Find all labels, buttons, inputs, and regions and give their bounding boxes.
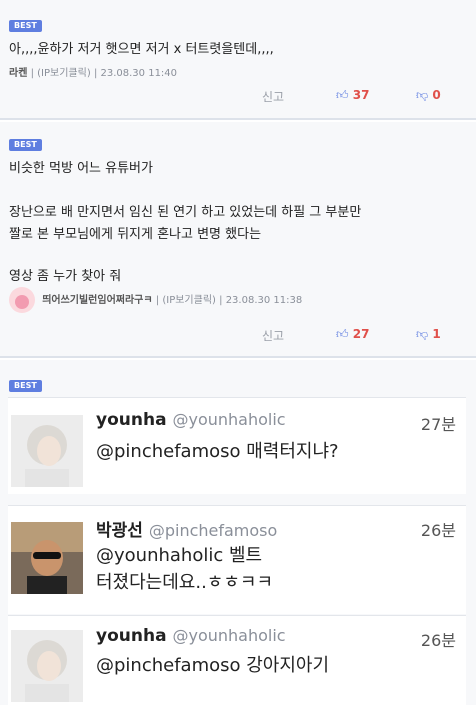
author-name[interactable]: 라켄 — [9, 68, 27, 79]
comment-line: 비슷한 먹방 어느 유튜버가 — [9, 161, 153, 176]
tweet-3: younha @younhaholic 26분 @pinchefamoso 강아… — [8, 615, 466, 706]
like-count: 37 — [352, 88, 370, 102]
profile-photo — [11, 522, 83, 594]
author-handle: @younhaholic — [172, 626, 286, 645]
author-name: younha — [96, 626, 167, 646]
author-name: younha — [96, 410, 167, 430]
tweet-author: younha @younhaholic — [96, 626, 286, 646]
ip-view-link[interactable]: (IP보기클릭) — [37, 68, 91, 79]
profile-photo — [11, 415, 83, 487]
tweet-time: 27분 — [420, 415, 456, 434]
comment-date: 23.08.30 11:40 — [100, 68, 178, 79]
tweet-text: 터졌다는데요..ㅎㅎㅋㅋ — [96, 572, 274, 593]
profile-photo — [11, 630, 83, 702]
best-badge: BEST — [9, 380, 42, 392]
comment-meta: 라켄 | (IP보기클릭) | 23.08.30 11:40 — [9, 64, 177, 79]
dislike-button[interactable]: 👎︎ 1 — [416, 327, 441, 342]
author-name[interactable]: 띄어쓰기빌런임어쩌라구ㅋ — [42, 295, 152, 306]
tweet-author: younha @younhaholic — [96, 410, 286, 430]
dislike-button[interactable]: 👎︎ 0 — [416, 88, 441, 103]
tweet-author: 박광선 @pinchefamoso — [96, 516, 277, 541]
best-badge: BEST — [9, 20, 42, 32]
thumbs-up-icon: 👍︎ — [336, 327, 349, 341]
like-count: 27 — [352, 327, 370, 341]
tweet-text: @pinchefamoso 매력터지냐? — [96, 441, 339, 462]
tweet-2: 박광선 @pinchefamoso 26분 @younhaholic 벨트 터졌… — [8, 505, 466, 614]
thumbs-down-icon: 👎︎ — [416, 88, 429, 102]
author-handle: @pinchefamoso — [148, 521, 278, 540]
like-button[interactable]: 👍︎ 37 — [336, 88, 369, 103]
comment-date: 23.08.30 11:38 — [225, 295, 303, 306]
tweet-time: 26분 — [420, 521, 456, 540]
author-handle: @younhaholic — [172, 410, 286, 429]
dislike-count: 0 — [432, 88, 441, 102]
comment-actions: 신고 👍︎ 27 👎︎ 1 — [0, 327, 476, 343]
tweet-1: younha @younhaholic 27분 @pinchefamoso 매력… — [8, 397, 466, 494]
like-button[interactable]: 👍︎ 27 — [336, 327, 369, 342]
comment-meta: 띄어쓰기빌런임어쩌라구ㅋ | (IP보기클릭) | 23.08.30 11:38 — [9, 287, 302, 313]
ip-view-link[interactable]: (IP보기클릭) — [162, 295, 216, 306]
thumbs-up-icon: 👍︎ — [336, 88, 349, 102]
comment-line: 영상 좀 누가 찾아 줘 — [9, 269, 122, 284]
avatar — [9, 287, 35, 313]
dislike-count: 1 — [432, 327, 441, 341]
tweet-text: @pinchefamoso 강아지아기 — [96, 655, 330, 676]
comment-2: BEST 비슷한 먹방 어느 유튜버가 장난으로 배 만지면서 임신 된 연기 … — [0, 122, 476, 358]
comment-3: BEST younha @younhaholic 27분 @pinchefamo… — [0, 360, 476, 706]
comment-text: 아,,,,윤하가 저거 햇으면 저거 x 터트렷을텐데,,,, — [9, 42, 274, 57]
report-button[interactable]: 신고 — [262, 88, 284, 105]
author-name: 박광선 — [96, 521, 143, 541]
best-badge: BEST — [9, 139, 42, 151]
tweet-time: 26분 — [420, 631, 456, 650]
report-button[interactable]: 신고 — [262, 327, 284, 344]
comment-1: BEST 아,,,,윤하가 저거 햇으면 저거 x 터트렷을텐데,,,, 라켄 … — [0, 0, 476, 120]
thumbs-down-icon: 👎︎ — [416, 327, 429, 341]
comment-actions: 신고 👍︎ 37 👎︎ 0 — [0, 88, 476, 104]
comment-line: 짤로 본 부모님에게 뒤지게 혼나고 변명 했다는 — [9, 227, 262, 242]
tweet-text: @younhaholic 벨트 — [96, 545, 263, 566]
comment-line: 장난으로 배 만지면서 임신 된 연기 하고 있었는데 하필 그 부분만 — [9, 205, 362, 220]
